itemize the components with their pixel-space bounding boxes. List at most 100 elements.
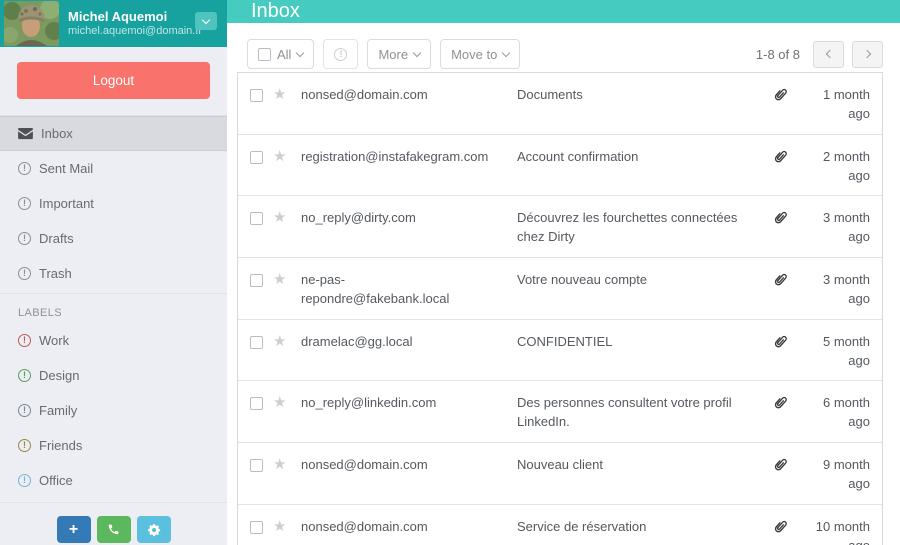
email-row[interactable]: ★ no_reply@dirty.com Découvrez les fourc… [238, 195, 882, 258]
call-button[interactable]: + [96, 516, 131, 543]
email-subject: Service de réservation [517, 518, 647, 534]
email-row[interactable]: ★ ne-pas-repondre@fakebank.local Votre n… [238, 257, 882, 319]
email-time: 3 month ago [823, 210, 870, 245]
email-checkbox[interactable] [250, 150, 263, 164]
sidebar-label-friends[interactable]: Friends [0, 428, 227, 463]
email-checkbox[interactable] [250, 274, 263, 288]
email-row[interactable]: ★ no_reply@linkedin.com Des personnes co… [238, 380, 882, 443]
chevron-down-icon [412, 48, 422, 57]
settings-button[interactable]: + [136, 516, 171, 543]
star-icon[interactable]: ★ [273, 87, 301, 124]
email-sender: no_reply@dirty.com [301, 210, 416, 226]
email-row[interactable]: ★ nonsed@domain.com Documents 1 month ag… [238, 73, 882, 134]
chevron-down-icon [502, 48, 511, 57]
email-row[interactable]: ★ nonsed@domain.com Service de réservati… [238, 503, 882, 545]
chevron-left-icon [825, 49, 834, 59]
email-row[interactable]: ★ dramelac@gg.local CONFIDENTIEL 5 month… [238, 318, 882, 381]
logout-button[interactable]: Logout [17, 62, 210, 99]
sidebar-label-work[interactable]: Work [0, 323, 227, 358]
email-checkbox[interactable] [250, 520, 263, 534]
email-list: ★ nonsed@domain.com Documents 1 month ag… [237, 72, 883, 545]
paperclip-icon [773, 456, 803, 494]
email-sender: ne-pas-repondre@fakebank.local [301, 272, 450, 306]
toolbar-buttons: All More Move to [247, 39, 521, 69]
sidebar-label-family[interactable]: Family [0, 393, 227, 428]
star-icon[interactable]: ★ [273, 334, 301, 371]
folder-nav: Inbox Sent Mail Important Drafts [0, 116, 227, 291]
user-menu-button[interactable] [195, 12, 217, 30]
alert-circle-icon [18, 232, 31, 245]
email-row[interactable]: ★ registration@instafakegram.com Account… [238, 133, 882, 196]
sidebar-item-label: Inbox [41, 126, 73, 141]
sidebar-item-trash[interactable]: Trash [0, 256, 227, 291]
paperclip-icon [773, 333, 803, 371]
sidebar-label-text: Friends [39, 438, 83, 453]
gear-icon [147, 523, 161, 537]
star-icon[interactable]: ★ [273, 457, 301, 494]
webmail-app: Michel Aquemoi michel.aquemoi@domain.fr … [0, 0, 900, 545]
sidebar-action-bar: + + + [0, 502, 227, 545]
email-time: 6 month ago [823, 395, 870, 430]
email-time: 2 month ago [823, 148, 870, 183]
sidebar-label-text: Design [39, 368, 80, 383]
email-sender: no_reply@linkedin.com [301, 395, 437, 411]
paperclip-icon [773, 148, 803, 186]
alert-circle-icon [18, 334, 31, 347]
chevron-down-icon [296, 48, 305, 57]
sidebar-label-office[interactable]: Office [0, 463, 227, 498]
next-page-button[interactable] [852, 40, 883, 68]
email-sender: nonsed@domain.com [301, 457, 428, 473]
select-all-checkbox[interactable] [258, 47, 271, 61]
email-subject: Account confirmation [517, 148, 639, 164]
star-icon[interactable]: ★ [273, 519, 301, 545]
email-subject: CONFIDENTIEL [517, 333, 613, 349]
email-time: 5 month ago [823, 333, 870, 368]
prev-page-button[interactable] [813, 40, 844, 68]
user-email: michel.aquemoi@domain.fr [68, 24, 203, 37]
email-row[interactable]: ★ nonsed@domain.com Nouveau client 9 mon… [238, 442, 882, 504]
star-icon[interactable]: ★ [273, 210, 301, 247]
select-all-label: All [277, 46, 292, 62]
sidebar: Logout Inbox Sent Mail Imp [0, 47, 227, 545]
labels-header: LABELS [0, 293, 227, 323]
star-icon[interactable]: ★ [273, 149, 301, 186]
email-sender: nonsed@domain.com [301, 518, 428, 534]
email-checkbox[interactable] [250, 212, 263, 226]
user-meta: Michel Aquemoi michel.aquemoi@domain.fr [68, 9, 202, 39]
paperclip-icon [773, 271, 803, 309]
alert-circle-icon [18, 267, 31, 280]
email-sender: dramelac@gg.local [301, 333, 413, 349]
label-nav: Work Design Family Friends Office [0, 323, 227, 498]
email-checkbox[interactable] [250, 335, 263, 349]
toolbar: All More Move to 1-8 of 8 [227, 23, 900, 69]
email-checkbox[interactable] [250, 89, 263, 102]
chevron-right-icon [862, 49, 871, 59]
email-checkbox[interactable] [250, 397, 263, 411]
plus-icon: + [68, 520, 79, 538]
alert-circle-icon [18, 439, 31, 452]
info-button[interactable] [323, 39, 359, 69]
sidebar-item-label: Drafts [39, 231, 74, 246]
left-column: Michel Aquemoi michel.aquemoi@domain.fr … [0, 0, 227, 545]
email-subject: Votre nouveau compte [517, 272, 648, 288]
compose-button[interactable]: + [56, 516, 91, 543]
email-time: 1 month ago [823, 87, 870, 121]
star-icon[interactable]: ★ [273, 272, 301, 309]
star-icon[interactable]: ★ [273, 395, 301, 432]
sidebar-label-text: Office [39, 473, 73, 488]
email-subject: Documents [517, 87, 583, 102]
sidebar-item-sent-mail[interactable]: Sent Mail [0, 151, 227, 186]
select-all-button[interactable]: All [247, 39, 315, 69]
email-checkbox[interactable] [250, 459, 263, 473]
paperclip-icon [773, 209, 803, 247]
user-panel: Michel Aquemoi michel.aquemoi@domain.fr [0, 0, 227, 47]
more-button[interactable]: More [367, 39, 432, 69]
alert-circle-icon [18, 404, 31, 417]
move-to-button[interactable]: Move to [440, 39, 521, 69]
paperclip-icon [773, 86, 803, 124]
sidebar-item-drafts[interactable]: Drafts [0, 221, 227, 256]
sidebar-item-important[interactable]: Important [0, 186, 227, 221]
email-time: 9 month ago [823, 457, 870, 491]
sidebar-item-inbox[interactable]: Inbox [0, 116, 227, 151]
sidebar-label-design[interactable]: Design [0, 358, 227, 393]
